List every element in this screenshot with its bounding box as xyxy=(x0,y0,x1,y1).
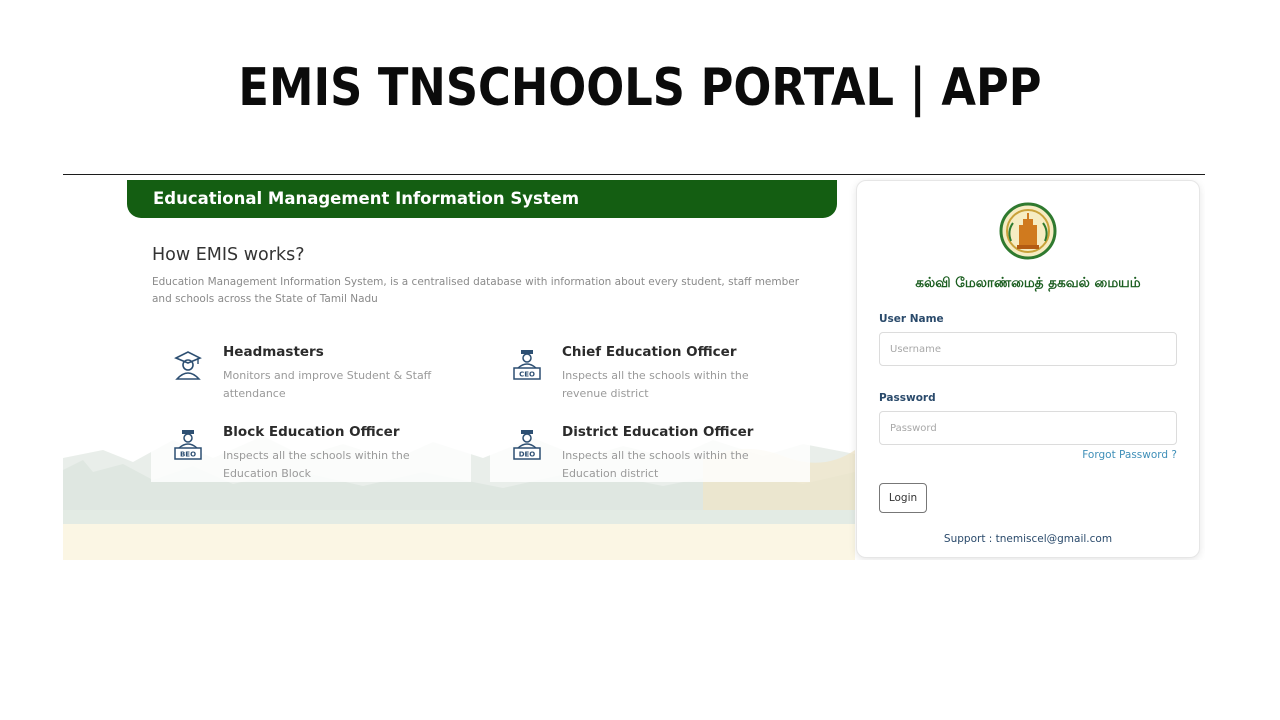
beo-badge-label: BEO xyxy=(180,451,196,459)
password-label: Password xyxy=(879,392,936,404)
info-panel: Educational Management Information Syste… xyxy=(63,178,855,560)
title-divider xyxy=(63,174,1205,175)
role-card-chief-education-officer: CEO Chief Education Officer Inspects all… xyxy=(490,324,810,402)
login-card: கல்வி மேலாண்மைத் தகவல் மையம் User Name P… xyxy=(856,180,1200,558)
ceo-officer-icon: CEO xyxy=(513,350,541,380)
username-input[interactable] xyxy=(879,332,1177,366)
tamil-nadu-emblem-icon xyxy=(999,202,1057,260)
how-emis-works-heading: How EMIS works? xyxy=(152,245,305,265)
ceo-badge-label: CEO xyxy=(519,371,535,379)
page-title: EMIS TNSCHOOLS PORTAL | APP xyxy=(238,58,1042,118)
role-name: Headmasters xyxy=(223,344,324,360)
role-card-district-education-officer: DEO District Education Officer Inspects … xyxy=(490,404,810,482)
role-name: District Education Officer xyxy=(562,424,754,440)
password-input[interactable] xyxy=(879,411,1177,445)
emis-portal-screenshot: Educational Management Information Syste… xyxy=(63,178,1205,560)
forgot-password-link[interactable]: Forgot Password ? xyxy=(1082,449,1177,461)
deo-badge-label: DEO xyxy=(519,451,536,459)
role-description: Inspects all the schools within the reve… xyxy=(562,369,749,400)
headmaster-icon xyxy=(174,351,202,380)
role-card-headmasters: Headmasters Monitors and improve Student… xyxy=(151,324,471,402)
login-button[interactable]: Login xyxy=(879,483,927,513)
beo-officer-icon: BEO xyxy=(174,430,202,460)
username-label: User Name xyxy=(879,313,944,325)
role-description: Monitors and improve Student & Staff att… xyxy=(223,369,432,400)
system-banner: Educational Management Information Syste… xyxy=(127,180,837,218)
deo-officer-icon: DEO xyxy=(513,430,541,460)
department-name: கல்வி மேலாண்மைத் தகவல் மையம் xyxy=(915,275,1141,291)
how-emis-works-description: Education Management Information System,… xyxy=(152,276,800,305)
role-name: Block Education Officer xyxy=(223,424,400,440)
role-name: Chief Education Officer xyxy=(562,344,737,360)
support-email: Support : tnemiscel@gmail.com xyxy=(943,533,1113,545)
role-card-block-education-officer: BEO Block Education Officer Inspects all… xyxy=(151,404,471,482)
role-description: Inspects all the schools within the Educ… xyxy=(223,449,410,480)
role-description: Inspects all the schools within the Educ… xyxy=(562,449,749,480)
